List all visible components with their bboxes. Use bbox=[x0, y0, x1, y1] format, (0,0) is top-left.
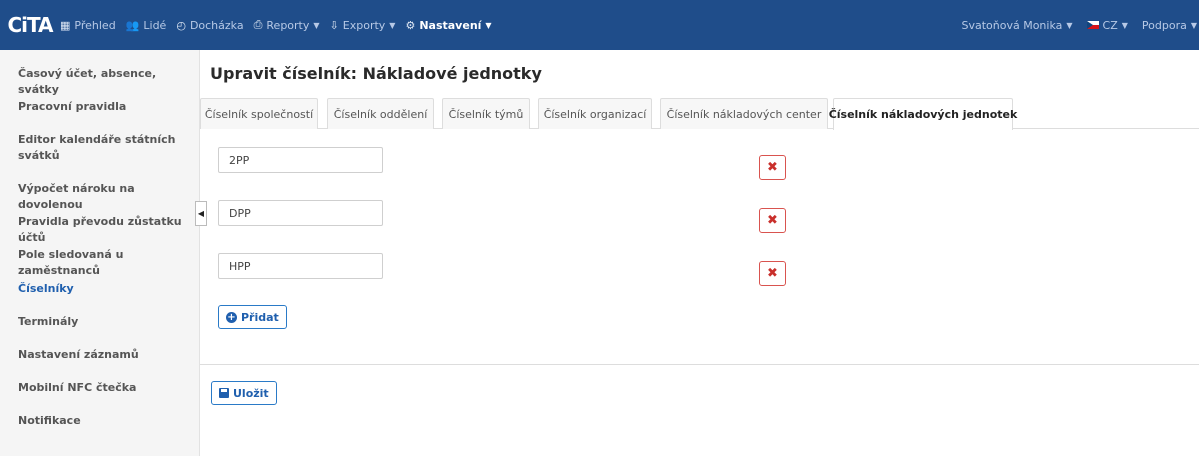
menu-prehled[interactable]: ▦ Přehled bbox=[60, 0, 116, 50]
menu-reporty-label: Reporty bbox=[266, 18, 310, 32]
czech-flag-icon bbox=[1086, 21, 1099, 29]
close-icon: ✖ bbox=[767, 266, 778, 281]
menu-prehled-label: Přehled bbox=[74, 18, 116, 32]
user-menu: Svatoňová Monika ▼ CZ ▼ Podpora ▼ bbox=[947, 0, 1199, 50]
page-title: Upravit číselník: Nákladové jednotky bbox=[210, 64, 542, 83]
gear-icon: ⚙ bbox=[405, 18, 416, 32]
menu-exporty[interactable]: ⇩ Exporty ▼ bbox=[330, 0, 396, 50]
tab-nakladovych-jednotek[interactable]: Číselník nákladových jednotek bbox=[829, 98, 1017, 130]
menu-exporty-label: Exporty bbox=[342, 18, 386, 32]
sidebar-item-pole-sledovana[interactable]: Pole sledovaná u zaměstnanců bbox=[18, 247, 194, 279]
entry-input[interactable]: 2PP bbox=[218, 147, 383, 173]
menu-dochazka-label: Docházka bbox=[189, 18, 244, 32]
sidebar-item-mobilni-nfc[interactable]: Mobilní NFC čtečka bbox=[18, 380, 194, 396]
sidebar-item-ciselniky[interactable]: Číselníky bbox=[18, 281, 194, 297]
menu-dochazka[interactable]: ◴ Docházka bbox=[176, 0, 243, 50]
entry-input[interactable]: DPP bbox=[218, 200, 383, 226]
menu-nastaveni-label: Nastavení bbox=[419, 18, 482, 32]
sidebar-item-vypocet-naroku[interactable]: Výpočet nároku na dovolenou bbox=[18, 181, 194, 213]
sidebar-item-nastaveni-zaznamu[interactable]: Nastavení záznamů bbox=[18, 347, 194, 363]
tab-oddeleni[interactable]: Číselník oddělení bbox=[327, 98, 434, 129]
caret-down-icon: ▼ bbox=[485, 20, 492, 30]
delete-entry-button[interactable]: ✖ bbox=[759, 208, 786, 233]
entry-input[interactable]: HPP bbox=[218, 253, 383, 279]
caret-down-icon: ▼ bbox=[1066, 20, 1073, 30]
top-navbar: CiTA ▦ Přehled 👥 Lidé ◴ Docházka ⎙ Repor… bbox=[0, 0, 1199, 50]
language-dropdown[interactable]: CZ ▼ bbox=[1086, 0, 1128, 50]
menu-lide[interactable]: 👥 Lidé bbox=[126, 0, 167, 50]
add-button[interactable]: + Přidat bbox=[218, 305, 287, 329]
tab-nakladovych-center[interactable]: Číselník nákladových center bbox=[660, 98, 828, 129]
people-icon: 👥 bbox=[125, 18, 140, 32]
print-icon: ⎙ bbox=[253, 18, 263, 31]
app-logo[interactable]: CiTA bbox=[0, 0, 60, 50]
delete-entry-button[interactable]: ✖ bbox=[759, 155, 786, 180]
logo-text: CiTA bbox=[7, 13, 53, 37]
caret-down-icon: ▼ bbox=[1190, 20, 1197, 30]
tab-spolecnosti[interactable]: Číselník společností bbox=[200, 98, 318, 129]
sidebar-item-casovy-ucet[interactable]: Časový účet, absence, svátky bbox=[18, 66, 194, 98]
menu-lide-label: Lidé bbox=[143, 18, 167, 32]
grid-icon: ▦ bbox=[60, 18, 71, 32]
caret-down-icon: ▼ bbox=[1121, 20, 1128, 30]
main-menu: ▦ Přehled 👥 Lidé ◴ Docházka ⎙ Reporty ▼ … bbox=[60, 0, 502, 50]
clock-icon: ◴ bbox=[176, 18, 186, 32]
caret-down-icon: ▼ bbox=[389, 20, 396, 30]
settings-sidebar: Časový účet, absence, svátky Pracovní pr… bbox=[0, 50, 200, 456]
plus-circle-icon: + bbox=[226, 311, 237, 323]
save-button-label: Uložit bbox=[233, 386, 269, 400]
user-dropdown[interactable]: Svatoňová Monika ▼ bbox=[961, 0, 1072, 50]
delete-entry-button[interactable]: ✖ bbox=[759, 261, 786, 286]
sidebar-item-notifikace[interactable]: Notifikace bbox=[18, 413, 194, 429]
support-dropdown[interactable]: Podpora ▼ bbox=[1142, 0, 1197, 50]
add-button-label: Přidat bbox=[241, 310, 279, 324]
support-label: Podpora bbox=[1141, 18, 1187, 32]
export-icon: ⇩ bbox=[329, 18, 339, 32]
sidebar-item-terminaly[interactable]: Terminály bbox=[18, 314, 194, 330]
sidebar-item-pravidla-prevodu[interactable]: Pravidla převodu zůstatku účtů bbox=[18, 214, 194, 246]
tab-bar: Číselník společností Číselník oddělení Č… bbox=[200, 98, 1199, 130]
menu-reporty[interactable]: ⎙ Reporty ▼ bbox=[254, 0, 320, 50]
save-button[interactable]: Uložit bbox=[211, 381, 277, 405]
tab-tymu[interactable]: Číselník týmů bbox=[442, 98, 530, 129]
caret-down-icon: ▼ bbox=[313, 20, 320, 30]
user-name: Svatoňová Monika bbox=[961, 18, 1063, 32]
close-icon: ✖ bbox=[767, 213, 778, 228]
tab-organizaci[interactable]: Číselník organizací bbox=[538, 98, 652, 129]
floppy-disk-icon bbox=[219, 388, 229, 398]
close-icon: ✖ bbox=[767, 160, 778, 175]
menu-nastaveni[interactable]: ⚙ Nastavení ▼ bbox=[405, 0, 491, 50]
sidebar-item-editor-kalendare[interactable]: Editor kalendáře státních svátků bbox=[18, 132, 194, 164]
language-label: CZ bbox=[1102, 18, 1118, 32]
sidebar-item-pracovni-pravidla[interactable]: Pracovní pravidla bbox=[18, 99, 194, 115]
